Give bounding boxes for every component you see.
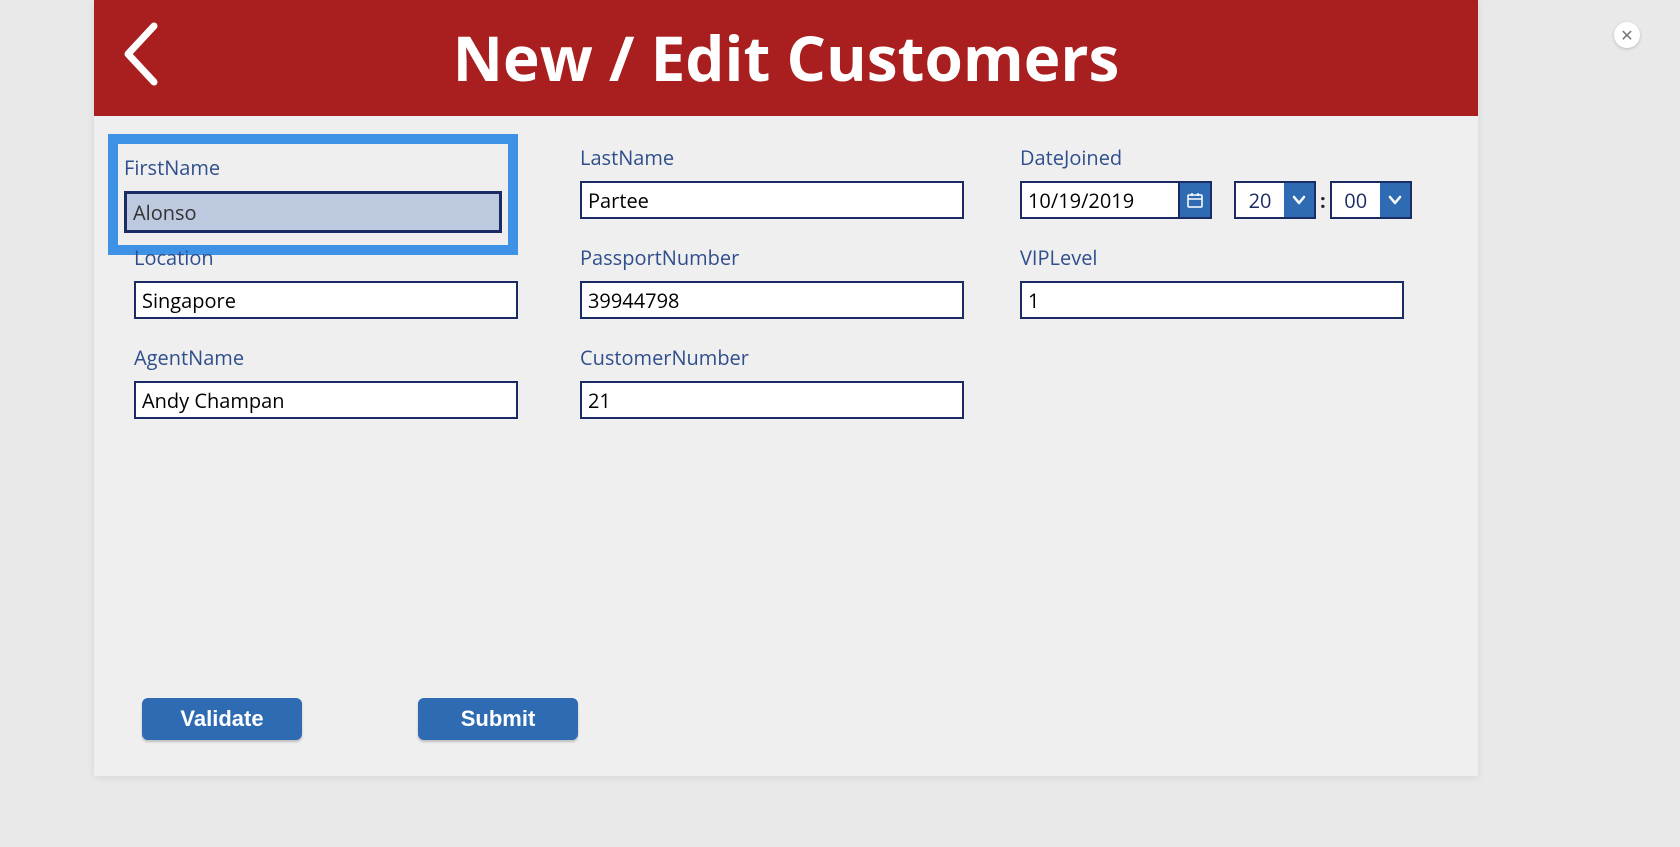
submit-button[interactable]: Submit	[418, 698, 578, 740]
datejoined-field-group: DateJoined 20	[1020, 144, 1412, 219]
passportnumber-input[interactable]	[580, 281, 964, 319]
time-separator: :	[1320, 187, 1326, 214]
chevron-down-icon	[1387, 192, 1403, 208]
minute-select[interactable]: 00	[1330, 181, 1412, 219]
location-input[interactable]	[134, 281, 518, 319]
firstname-highlight: FirstName	[108, 134, 518, 255]
minute-dropdown-button[interactable]	[1380, 183, 1410, 217]
passportnumber-label: PassportNumber	[580, 244, 964, 271]
location-label: Location	[134, 244, 518, 271]
hour-dropdown-button[interactable]	[1284, 183, 1314, 217]
chevron-left-icon	[120, 18, 162, 90]
agentname-input[interactable]	[134, 381, 518, 419]
calendar-button[interactable]	[1180, 181, 1212, 219]
close-icon: ✕	[1620, 24, 1633, 46]
customer-dialog: New / Edit Customers FirstName LastName …	[94, 0, 1478, 776]
minute-value: 00	[1332, 187, 1380, 214]
form-area: FirstName LastName DateJoined	[94, 116, 1478, 776]
page-title: New / Edit Customers	[453, 16, 1120, 100]
lastname-field-group: LastName	[580, 144, 964, 219]
lastname-input[interactable]	[580, 181, 964, 219]
customernumber-label: CustomerNumber	[580, 344, 964, 371]
close-button[interactable]: ✕	[1614, 22, 1640, 48]
validate-button[interactable]: Validate	[142, 698, 302, 740]
agentname-label: AgentName	[134, 344, 518, 371]
agentname-field-group: AgentName	[134, 344, 518, 419]
hour-select[interactable]: 20	[1234, 181, 1316, 219]
firstname-input[interactable]	[124, 191, 502, 233]
location-field-group: Location	[134, 244, 518, 319]
customernumber-input[interactable]	[580, 381, 964, 419]
passportnumber-field-group: PassportNumber	[580, 244, 964, 319]
lastname-label: LastName	[580, 144, 964, 171]
customernumber-field-group: CustomerNumber	[580, 344, 964, 419]
dialog-header: New / Edit Customers	[94, 0, 1478, 116]
back-button[interactable]	[120, 18, 162, 95]
viplevel-field-group: VIPLevel	[1020, 244, 1404, 319]
datejoined-row: 20 : 00	[1020, 181, 1412, 219]
datejoined-date-input[interactable]	[1020, 181, 1180, 219]
firstname-field-group: FirstName	[124, 144, 518, 255]
chevron-down-icon	[1291, 192, 1307, 208]
viplevel-input[interactable]	[1020, 281, 1404, 319]
firstname-label: FirstName	[124, 154, 502, 181]
calendar-icon	[1187, 192, 1203, 208]
hour-value: 20	[1236, 187, 1284, 214]
viplevel-label: VIPLevel	[1020, 244, 1404, 271]
datejoined-label: DateJoined	[1020, 144, 1412, 171]
